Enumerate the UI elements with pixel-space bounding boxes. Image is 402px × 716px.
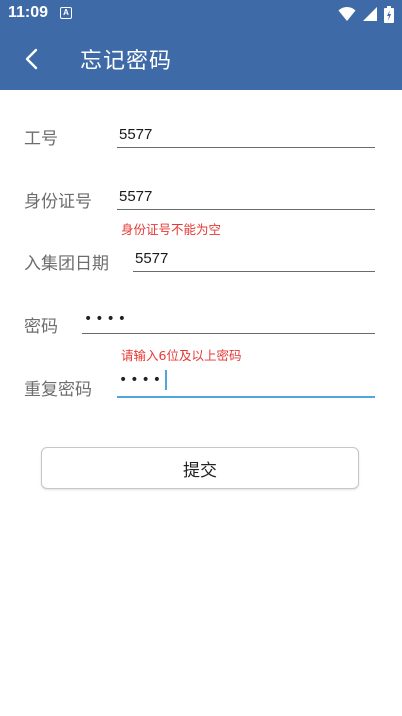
id-card-value: 5577 (119, 188, 153, 205)
join-date-input[interactable]: 5577 (133, 240, 375, 272)
signal-icon (363, 7, 377, 21)
battery-icon (384, 5, 394, 23)
back-arrow-icon (25, 48, 38, 70)
id-card-label: 身份证号 (24, 192, 92, 212)
submit-button[interactable]: 提交 (41, 447, 359, 489)
app-bar: 忘记密码 (0, 28, 402, 90)
status-bar: 11:09 A (0, 0, 402, 28)
confirm-password-label: 重复密码 (24, 380, 92, 400)
confirm-password-input[interactable]: •••• (117, 366, 375, 398)
password-masked-value: •••• (84, 311, 130, 327)
join-date-label: 入集团日期 (24, 254, 109, 274)
wifi-icon (338, 6, 356, 21)
notification-app-icon: A (60, 7, 72, 19)
page-title: 忘记密码 (80, 49, 173, 74)
password-error: 请输入6位及以上密码 (121, 348, 242, 363)
employee-id-input[interactable]: 5577 (117, 116, 375, 148)
join-date-value: 5577 (135, 250, 169, 267)
id-card-error: 身份证号不能为空 (121, 222, 222, 237)
status-icons (338, 5, 394, 23)
employee-id-label: 工号 (24, 129, 58, 149)
password-input[interactable]: •••• (82, 302, 375, 334)
back-button[interactable] (14, 42, 48, 76)
confirm-password-masked-value: •••• (119, 370, 168, 390)
text-cursor (165, 370, 168, 390)
password-label: 密码 (24, 317, 58, 337)
confirm-password-dots: •••• (119, 372, 165, 388)
id-card-input[interactable]: 5577 (117, 178, 375, 210)
employee-id-value: 5577 (119, 126, 153, 143)
status-time: 11:09 (8, 4, 49, 21)
